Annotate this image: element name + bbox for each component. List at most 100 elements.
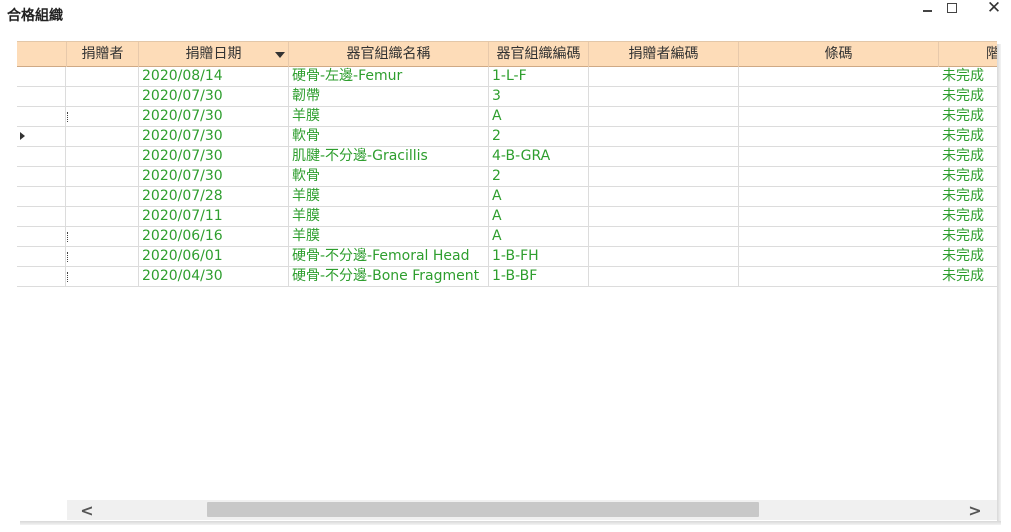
cell-barcode[interactable] <box>739 167 939 187</box>
cell-date[interactable]: 2020/07/28 <box>139 187 289 207</box>
scrollbar-thumb[interactable] <box>207 502 759 517</box>
cell-stage[interactable]: 未完成 <box>939 147 997 167</box>
row-selector[interactable] <box>17 187 66 207</box>
header-tissue-name[interactable]: 器官組織名稱 <box>289 42 489 67</box>
cell-donor[interactable] <box>67 207 139 227</box>
cell-barcode[interactable] <box>739 267 939 287</box>
cell-donor[interactable] <box>67 247 139 267</box>
close-icon[interactable]: ✕ <box>984 0 1004 17</box>
cell-donor-code[interactable] <box>589 227 739 247</box>
cell-donor-code[interactable] <box>589 127 739 147</box>
table-row[interactable]: 2020/04/30 硬骨-不分邊-Bone Fragment 1-B-BF 未完成 <box>17 267 997 287</box>
cell-date[interactable]: 2020/07/30 <box>139 87 289 107</box>
maximize-icon[interactable] <box>942 0 962 16</box>
cell-donor-code[interactable] <box>589 247 739 267</box>
cell-barcode[interactable] <box>739 187 939 207</box>
cell-tissue-code[interactable]: 2 <box>489 127 589 147</box>
cell-tissue-name[interactable]: 羊膜 <box>289 107 489 127</box>
cell-tissue-code[interactable]: 3 <box>489 87 589 107</box>
row-selector[interactable] <box>17 147 66 167</box>
row-selector[interactable] <box>17 107 66 127</box>
cell-barcode[interactable] <box>739 147 939 167</box>
cell-tissue-name[interactable]: 硬骨-不分邊-Bone Fragment <box>289 267 489 287</box>
minimize-icon[interactable] <box>917 0 937 16</box>
cell-donor[interactable] <box>67 107 139 127</box>
cell-donor[interactable] <box>67 67 139 87</box>
cell-tissue-name[interactable]: 軟骨 <box>289 167 489 187</box>
cell-tissue-code[interactable]: 4-B-GRA <box>489 147 589 167</box>
table-row[interactable]: 2020/06/16 羊膜 A 未完成 <box>17 227 997 247</box>
cell-stage[interactable]: 未完成 <box>939 87 997 107</box>
cell-tissue-name[interactable]: 軟骨 <box>289 127 489 147</box>
table-row[interactable]: 2020/07/11 羊膜 A 未完成 <box>17 207 997 227</box>
cell-barcode[interactable] <box>739 67 939 87</box>
cell-donor[interactable] <box>67 87 139 107</box>
cell-tissue-code[interactable]: 2 <box>489 167 589 187</box>
row-selector[interactable] <box>17 227 66 247</box>
cell-tissue-name[interactable]: 羊膜 <box>289 207 489 227</box>
cell-stage[interactable]: 未完成 <box>939 107 997 127</box>
table-row[interactable]: 2020/07/28 羊膜 A 未完成 <box>17 187 997 207</box>
cell-stage[interactable]: 未完成 <box>939 207 997 227</box>
cell-donor[interactable] <box>67 167 139 187</box>
header-tissue-code[interactable]: 器官組織編碼 <box>489 42 589 67</box>
cell-donor[interactable] <box>67 147 139 167</box>
cell-tissue-name[interactable]: 羊膜 <box>289 187 489 207</box>
cell-date[interactable]: 2020/07/11 <box>139 207 289 227</box>
header-donor-code[interactable]: 捐贈者編碼 <box>589 42 739 67</box>
table-row[interactable]: 2020/06/01 硬骨-不分邊-Femoral Head 1-B-FH 未完成 <box>17 247 997 267</box>
cell-donor-code[interactable] <box>589 207 739 227</box>
row-selector[interactable] <box>17 247 66 267</box>
cell-stage[interactable]: 未完成 <box>939 247 997 267</box>
cell-date[interactable]: 2020/07/30 <box>139 127 289 147</box>
cell-tissue-code[interactable]: 1-L-F <box>489 67 589 87</box>
cell-donor[interactable] <box>67 187 139 207</box>
cell-date[interactable]: 2020/04/30 <box>139 267 289 287</box>
cell-donor-code[interactable] <box>589 67 739 87</box>
cell-tissue-name[interactable]: 硬骨-不分邊-Femoral Head <box>289 247 489 267</box>
table-row[interactable]: 2020/08/14 硬骨-左邊-Femur 1-L-F 未完成 <box>17 67 997 87</box>
cell-stage[interactable]: 未完成 <box>939 167 997 187</box>
cell-barcode[interactable] <box>739 207 939 227</box>
table-row[interactable]: 2020/07/30 軟骨 2 未完成 <box>17 127 997 147</box>
cell-stage[interactable]: 未完成 <box>939 267 997 287</box>
cell-date[interactable]: 2020/08/14 <box>139 67 289 87</box>
cell-donor[interactable] <box>67 127 139 147</box>
cell-tissue-code[interactable]: A <box>489 107 589 127</box>
header-date[interactable]: 捐贈日期 <box>139 42 289 67</box>
scroll-right-icon[interactable]: > <box>965 500 985 520</box>
row-selector[interactable] <box>17 207 66 227</box>
horizontal-scrollbar[interactable]: < > <box>67 500 997 520</box>
row-selector[interactable] <box>17 87 66 107</box>
row-selector[interactable] <box>17 127 66 147</box>
cell-barcode[interactable] <box>739 127 939 147</box>
cell-tissue-name[interactable]: 硬骨-左邊-Femur <box>289 67 489 87</box>
table-row[interactable]: 2020/07/30 韌帶 3 未完成 <box>17 87 997 107</box>
cell-date[interactable]: 2020/07/30 <box>139 147 289 167</box>
cell-tissue-name[interactable]: 羊膜 <box>289 227 489 247</box>
cell-stage[interactable]: 未完成 <box>939 187 997 207</box>
cell-donor-code[interactable] <box>589 267 739 287</box>
cell-date[interactable]: 2020/07/30 <box>139 167 289 187</box>
table-row[interactable]: 2020/07/30 肌腱-不分邊-Gracillis 4-B-GRA 未完成 <box>17 147 997 167</box>
cell-tissue-name[interactable]: 韌帶 <box>289 87 489 107</box>
cell-tissue-code[interactable]: 1-B-FH <box>489 247 589 267</box>
cell-tissue-code[interactable]: 1-B-BF <box>489 267 589 287</box>
cell-barcode[interactable] <box>739 247 939 267</box>
header-donor[interactable]: 捐贈者 <box>67 42 139 67</box>
cell-donor[interactable] <box>67 267 139 287</box>
cell-donor-code[interactable] <box>589 87 739 107</box>
cell-barcode[interactable] <box>739 227 939 247</box>
cell-tissue-code[interactable]: A <box>489 187 589 207</box>
cell-date[interactable]: 2020/06/16 <box>139 227 289 247</box>
row-selector[interactable] <box>17 67 66 87</box>
table-row[interactable]: 2020/07/30 軟骨 2 未完成 <box>17 167 997 187</box>
header-stage[interactable]: 階段 <box>939 42 997 67</box>
cell-tissue-code[interactable]: A <box>489 227 589 247</box>
cell-donor-code[interactable] <box>589 147 739 167</box>
row-selector[interactable] <box>17 167 66 187</box>
cell-barcode[interactable] <box>739 107 939 127</box>
cell-stage[interactable]: 未完成 <box>939 67 997 87</box>
cell-date[interactable]: 2020/06/01 <box>139 247 289 267</box>
cell-stage[interactable]: 未完成 <box>939 127 997 147</box>
